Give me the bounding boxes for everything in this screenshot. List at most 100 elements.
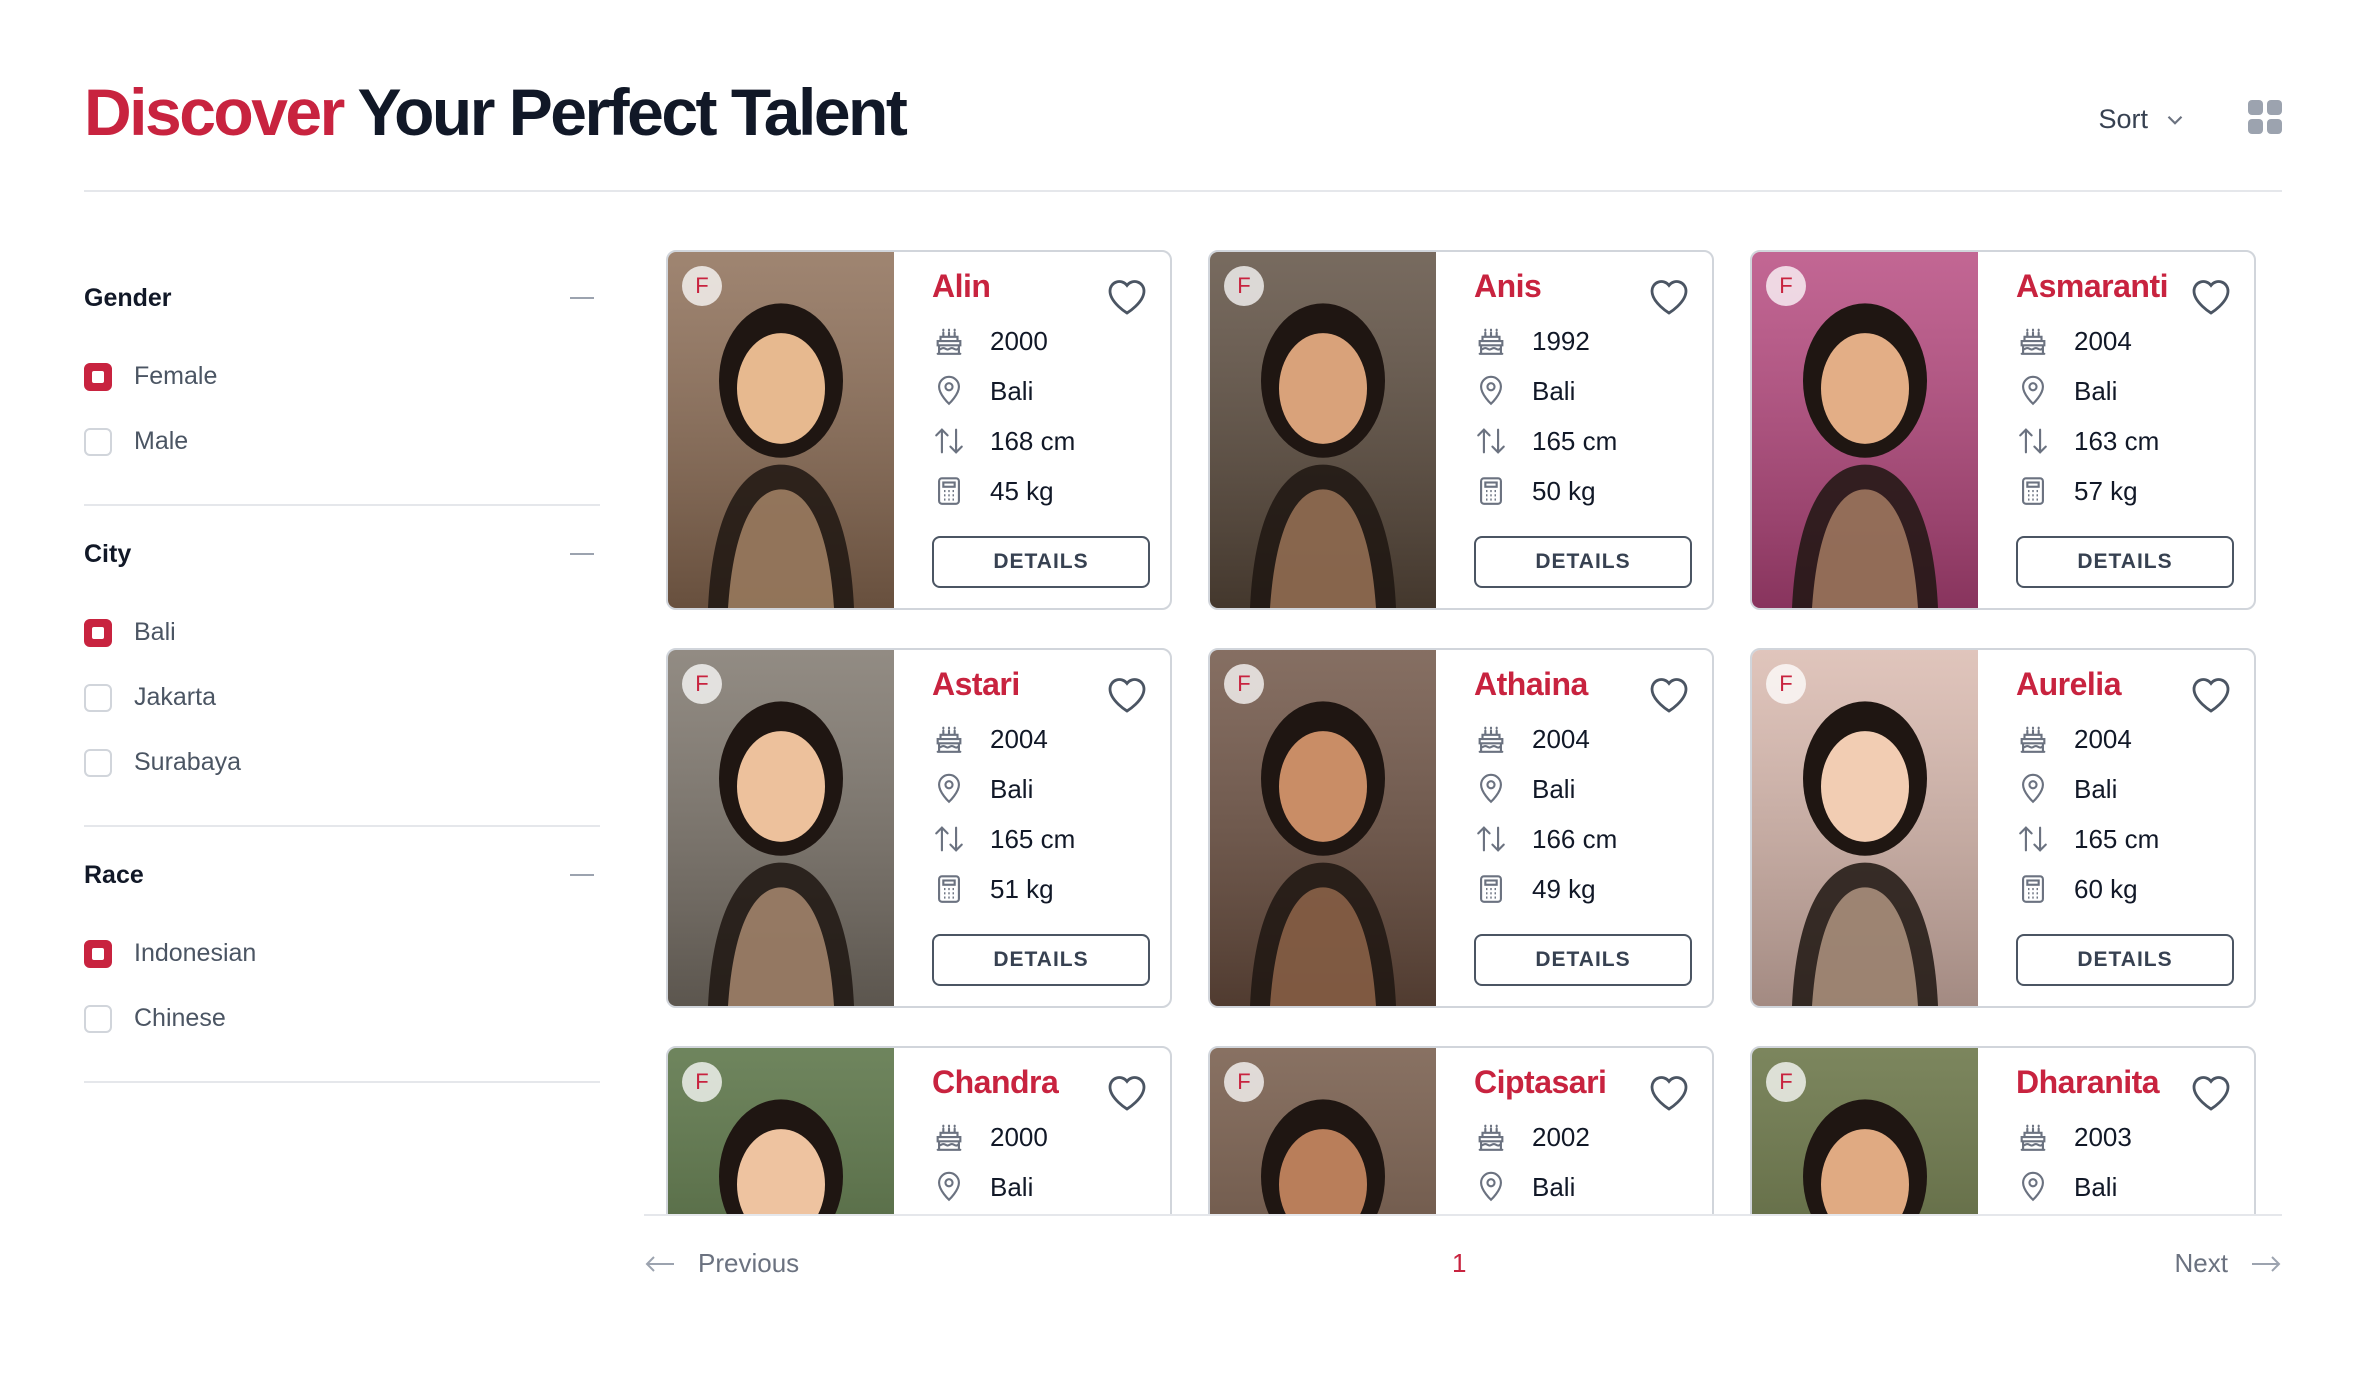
card-info: Ciptasari 2002 Bali (1474, 1062, 1694, 1212)
attr-birth-year: 2004 (1474, 714, 1694, 764)
filter-option[interactable]: Chinese (84, 986, 600, 1051)
birth-year-value: 2004 (2074, 325, 2132, 356)
heart-icon[interactable] (2186, 670, 2236, 718)
filter-option[interactable]: Indonesian (84, 921, 600, 986)
filter-option[interactable]: Surabaya (84, 730, 600, 795)
filter-option[interactable]: Male (84, 409, 600, 474)
page-title-rest: Your Perfect Talent (342, 75, 907, 149)
checkbox[interactable] (84, 618, 112, 647)
height-value: 165 cm (990, 823, 1076, 854)
weight-value: 45 kg (990, 475, 1054, 506)
checkbox[interactable] (84, 362, 112, 391)
details-button[interactable]: DETAILS (1474, 536, 1692, 588)
checkbox[interactable] (84, 939, 112, 968)
location-pin-icon (938, 1171, 960, 1202)
birth-year-value: 2003 (2074, 1121, 2132, 1152)
card-info: Chandra 2000 Bali (932, 1062, 1152, 1212)
checkbox[interactable] (84, 1004, 112, 1033)
option-label: Indonesian (134, 939, 257, 967)
attr-weight: 51 kg (932, 864, 1152, 914)
option-label: Male (134, 427, 189, 455)
height-value: 168 cm (990, 425, 1076, 456)
option-label: Chinese (134, 1004, 226, 1032)
filter-header[interactable]: City (84, 534, 600, 574)
city-value: Bali (2074, 1171, 2118, 1202)
filter-option[interactable]: Jakarta (84, 665, 600, 730)
birth-year-value: 2004 (2074, 723, 2132, 754)
cake-icon (936, 328, 962, 355)
details-button[interactable]: DETAILS (932, 536, 1150, 588)
option-label: Female (134, 362, 218, 390)
talent-card[interactable]: FCiptasari2002BaliDETAILS (1208, 1046, 1714, 1214)
page-title: Discover Your Perfect Talent (84, 72, 908, 152)
grid-view-icon[interactable] (2248, 100, 2282, 134)
talent-card[interactable]: F Alin 2000 Bali 168 cm 45 kg DETAILS (666, 250, 1172, 610)
attr-height: 163 cm (2016, 416, 2236, 466)
talent-grid: F Alin 2000 Bali 168 cm 45 kg DETAILS F Anis 1992… (666, 250, 2256, 1214)
filter-header[interactable]: Gender (84, 278, 600, 318)
collapse-icon[interactable] (570, 874, 594, 876)
heart-icon[interactable] (1102, 272, 1152, 320)
attr-height: 168 cm (932, 416, 1152, 466)
cake-icon (1478, 726, 1504, 753)
talent-card[interactable]: FChandra2000BaliDETAILS (666, 1046, 1172, 1214)
details-button[interactable]: DETAILS (2016, 934, 2234, 986)
talent-card[interactable]: F Astari 2004 Bali 165 cm 51 kg DETAILS (666, 648, 1172, 1008)
height-arrows-icon (935, 826, 963, 852)
city-value: Bali (1532, 375, 1576, 406)
details-button[interactable]: DETAILS (932, 934, 1150, 986)
next-page-button[interactable]: Next (2175, 1248, 2282, 1279)
height-value: 165 cm (1532, 425, 1618, 456)
location-pin-icon (1480, 1171, 1502, 1202)
talent-card[interactable]: FDharanita2003BaliDETAILS (1750, 1046, 2256, 1214)
filter-title: City (84, 539, 132, 568)
birth-year-value: 2004 (990, 723, 1048, 754)
attr-city: Bali (1474, 366, 1694, 416)
next-label: Next (2174, 1248, 2228, 1278)
page-number-current[interactable]: 1 (1452, 1248, 1466, 1279)
attr-weight: 49 kg (1474, 864, 1694, 914)
height-value: 165 cm (2074, 823, 2160, 854)
talent-card[interactable]: F Aurelia 2004 Bali 165 cm 60 kg DETAILS (1750, 648, 2256, 1008)
previous-page-button[interactable]: Previous (644, 1248, 799, 1279)
talent-card[interactable]: F Anis 1992 Bali 165 cm 50 kg DETAILS (1208, 250, 1714, 610)
filter-header[interactable]: Race (84, 855, 600, 895)
birth-year-value: 2004 (1532, 723, 1590, 754)
details-button[interactable]: DETAILS (1474, 934, 1692, 986)
cake-icon (2020, 726, 2046, 753)
heart-icon[interactable] (1644, 1068, 1694, 1116)
heart-icon[interactable] (1644, 670, 1694, 718)
card-info: Anis 1992 Bali 165 cm 50 kg (1474, 266, 1694, 516)
height-value: 166 cm (1532, 823, 1618, 854)
location-pin-icon (1480, 375, 1502, 406)
checkbox[interactable] (84, 683, 112, 712)
location-pin-icon (938, 773, 960, 804)
cake-icon (2020, 328, 2046, 355)
arrow-left-icon (645, 1255, 674, 1272)
card-info: Athaina 2004 Bali 166 cm 49 kg (1474, 664, 1694, 914)
talent-card[interactable]: F Asmaranti 2004 Bali 163 cm 57 kg DETAILS (1750, 250, 2256, 610)
pagination: Previous 1 Next (644, 1216, 2282, 1316)
talent-card[interactable]: F Athaina 2004 Bali 166 cm 49 kg DETAILS (1208, 648, 1714, 1008)
talent-grid-area: F Alin 2000 Bali 168 cm 45 kg DETAILS F Anis 1992… (644, 250, 2282, 1216)
collapse-icon[interactable] (570, 297, 594, 299)
heart-icon[interactable] (1102, 1068, 1152, 1116)
filter-option[interactable]: Female (84, 344, 600, 409)
cake-icon (936, 726, 962, 753)
sort-dropdown[interactable]: Sort (2098, 104, 2188, 135)
heart-icon[interactable] (2186, 272, 2236, 320)
gender-badge: F (1224, 1062, 1264, 1102)
heart-icon[interactable] (2186, 1068, 2236, 1116)
filter-option[interactable]: Bali (84, 600, 600, 665)
attr-birth-year: 2004 (2016, 316, 2236, 366)
heart-icon[interactable] (1644, 272, 1694, 320)
gender-badge: F (682, 1062, 722, 1102)
collapse-icon[interactable] (570, 553, 594, 555)
heart-icon[interactable] (1102, 670, 1152, 718)
attr-weight: 45 kg (932, 466, 1152, 516)
attr-birth-year: 2004 (932, 714, 1152, 764)
details-button[interactable]: DETAILS (2016, 536, 2234, 588)
checkbox[interactable] (84, 748, 112, 777)
attr-birth-year: 1992 (1474, 316, 1694, 366)
checkbox[interactable] (84, 427, 112, 456)
